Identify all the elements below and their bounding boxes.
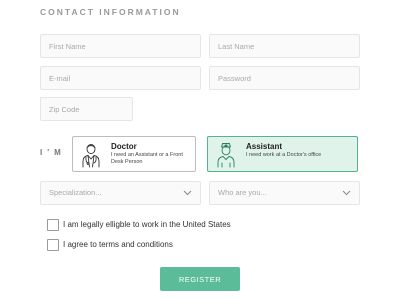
role-name: Doctor [111, 142, 137, 151]
nurse-icon [217, 143, 235, 168]
legal-eligibility-checkbox[interactable] [47, 219, 59, 231]
legal-eligibility-label: I am legally elligble to work in the Uni… [63, 220, 231, 229]
specialization-placeholder: Specialization... [49, 188, 102, 197]
terms-checkbox[interactable] [47, 239, 59, 251]
doctor-icon [82, 143, 100, 168]
role-option-doctor[interactable]: Doctor I need an Assistant or a Front De… [72, 136, 196, 172]
terms-label: I agree to terms and conditions [63, 240, 173, 249]
chevron-down-icon [342, 190, 351, 196]
chevron-down-icon [183, 190, 192, 196]
who-are-you-select[interactable]: Who are you... [209, 181, 360, 205]
role-description: I need work at a Doctor's office [246, 152, 322, 158]
zip-code-input[interactable] [40, 97, 133, 121]
role-description: I need an Assistant or a Front Desk Pers… [111, 152, 183, 165]
last-name-input[interactable] [209, 34, 360, 58]
first-name-input[interactable] [40, 34, 201, 58]
password-input[interactable] [209, 66, 360, 90]
specialization-select[interactable]: Specialization... [40, 181, 201, 205]
register-button[interactable]: REGISTER [160, 267, 240, 291]
who-are-you-placeholder: Who are you... [218, 188, 267, 197]
section-title: CONTACT INFORMATION [40, 7, 181, 17]
email-input[interactable] [40, 66, 201, 90]
role-name: Assistant [246, 142, 283, 151]
role-option-assistant[interactable]: Assistant I need work at a Doctor's offi… [207, 136, 358, 172]
